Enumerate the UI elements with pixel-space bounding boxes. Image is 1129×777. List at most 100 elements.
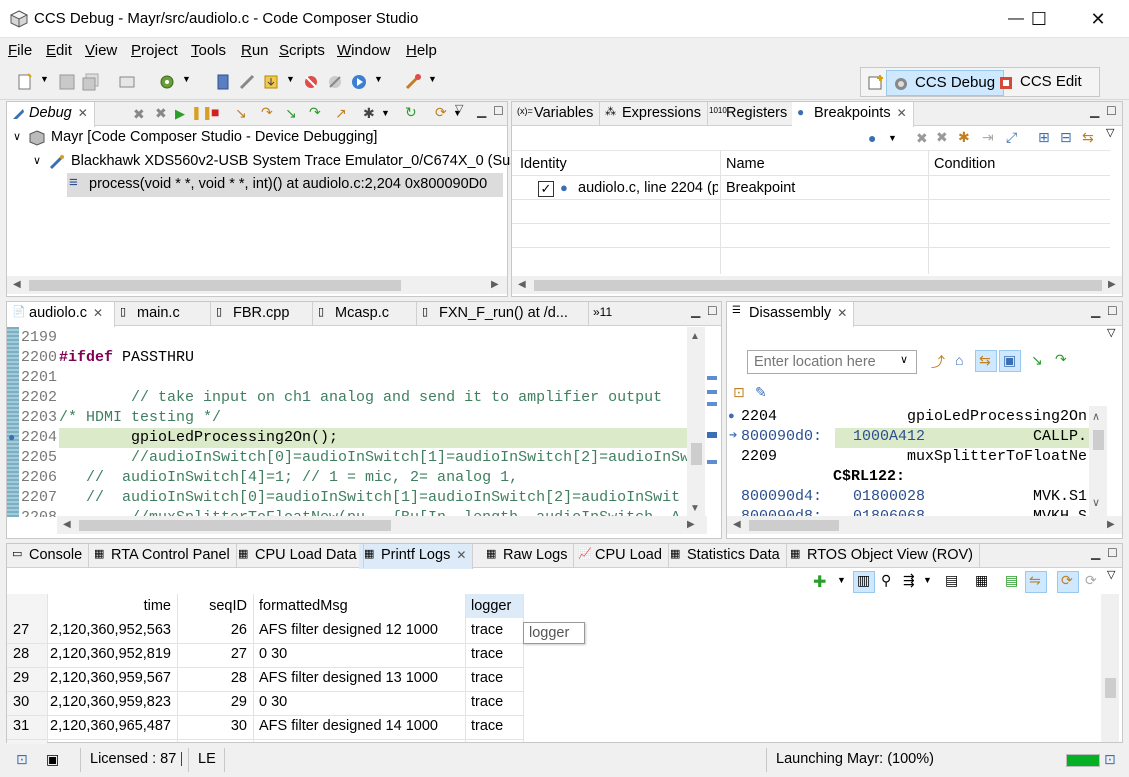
scroll-right-icon[interactable]: ▶: [687, 519, 695, 530]
chevron-down-icon[interactable]: ▼: [381, 108, 390, 118]
table-cell[interactable]: 29: [177, 694, 253, 710]
export-icon[interactable]: ▤: [1005, 572, 1018, 589]
column-name[interactable]: Name: [726, 156, 765, 172]
column-header[interactable]: [7, 594, 47, 618]
tab-rtos-object-view-rov[interactable]: ▦ RTOS Object View (ROV): [785, 544, 980, 568]
minimize-icon[interactable]: ▁: [1091, 546, 1100, 560]
scroll-right-icon[interactable]: ▶: [491, 279, 499, 290]
tab-variables[interactable]: (x)= Variables: [512, 102, 601, 126]
breakpoint-name[interactable]: Breakpoint: [726, 180, 795, 196]
step-return-icon[interactable]: ↗: [335, 105, 347, 122]
view-menu-icon[interactable]: ▽: [1106, 126, 1114, 139]
menu-item[interactable]: Scripts: [279, 42, 325, 59]
scroll-thumb[interactable]: [29, 280, 401, 291]
table-cell[interactable]: 2,120,360,959,567: [47, 670, 177, 686]
chevron-down-icon[interactable]: ▼: [888, 133, 897, 143]
tab-cpu-load[interactable]: 📈 CPU Load: [573, 544, 669, 568]
tab-console[interactable]: ▭ Console: [7, 544, 90, 568]
home-icon[interactable]: ⌂: [955, 352, 963, 368]
view-menu-icon[interactable]: ▽: [1107, 568, 1115, 581]
new-icon[interactable]: ⊡: [733, 384, 745, 401]
remove-terminated-icon[interactable]: ✖: [133, 106, 145, 123]
code-line[interactable]: 2199: [21, 329, 59, 349]
expand-all-icon[interactable]: ⊞: [1038, 129, 1050, 146]
terminate-icon[interactable]: ■: [211, 104, 219, 120]
column-condition[interactable]: Condition: [934, 156, 995, 172]
open-perspective-icon[interactable]: [868, 75, 884, 91]
column-header[interactable]: formattedMsg: [253, 594, 465, 618]
table-cell[interactable]: 2,120,360,952,563: [47, 622, 177, 638]
overview-marker[interactable]: [707, 390, 717, 394]
refresh-icon[interactable]: ⟳: [1085, 572, 1097, 589]
disassembly-row[interactable]: 2204 gpioLedProcessing2On: [741, 408, 1093, 428]
code-line[interactable]: 2204 gpioLedProcessing2On();: [21, 429, 338, 449]
breakpoint-identity[interactable]: audiolo.c, line 2204 (p: [578, 180, 718, 196]
column-header[interactable]: time: [47, 594, 177, 618]
menu-item[interactable]: Help: [406, 42, 437, 59]
reset-icon[interactable]: ✱: [363, 105, 375, 122]
perspective-ccs-edit[interactable]: CCS Edit: [992, 70, 1090, 96]
remove-all-terminated-icon[interactable]: ✖: [155, 105, 167, 122]
scroll-left-icon[interactable]: ◀: [518, 279, 526, 290]
table-cell[interactable]: 2,120,360,959,823: [47, 694, 177, 710]
row-index[interactable]: 28: [7, 646, 47, 662]
skip-all-icon[interactable]: ⇥: [982, 129, 994, 146]
code-line[interactable]: 2201: [21, 369, 59, 389]
overview-marker[interactable]: [707, 402, 717, 406]
view-menu-icon[interactable]: ▽: [1107, 326, 1115, 339]
table-cell[interactable]: AFS filter designed 13 1000: [253, 670, 465, 686]
scroll-up-icon[interactable]: ▲: [690, 331, 700, 342]
horizontal-scrollbar[interactable]: ◀ ▶: [7, 276, 507, 294]
breakpoint-marker-icon[interactable]: ●: [8, 430, 15, 444]
edit-icon[interactable]: ✎: [755, 384, 767, 401]
overview-marker[interactable]: [707, 460, 717, 464]
vertical-scrollbar[interactable]: [1101, 594, 1119, 742]
minimize-icon[interactable]: ▁: [1091, 304, 1100, 318]
save-icon[interactable]: [58, 73, 76, 91]
table-cell[interactable]: 2,120,360,965,487: [47, 718, 177, 734]
tab-main-c[interactable]: ▯ main.c: [115, 302, 211, 326]
code-line[interactable]: 2202 // take input on ch1 analog and sen…: [21, 389, 662, 409]
disassembly-row[interactable]: C$RL122:: [741, 468, 1093, 488]
table-cell[interactable]: trace: [465, 694, 523, 710]
remove-icon[interactable]: ✖: [916, 130, 928, 147]
maximize-icon[interactable]: ☐: [1107, 304, 1118, 318]
column-header[interactable]: seqID: [177, 594, 253, 618]
table-cell[interactable]: 2,120,360,952,819: [47, 646, 177, 662]
show-source-icon[interactable]: ▣: [1003, 352, 1016, 369]
go-to-file-icon[interactable]: ✱: [958, 129, 970, 146]
remove-breakpoint-icon[interactable]: [302, 73, 320, 91]
scroll-down-icon[interactable]: ▼: [690, 503, 700, 514]
maximize-icon[interactable]: ☐: [707, 304, 718, 318]
step-over-asm-icon[interactable]: ↷: [309, 104, 321, 121]
minimize-icon[interactable]: ▁: [477, 104, 486, 118]
scroll-thumb[interactable]: [79, 520, 391, 531]
expand-icon[interactable]: ∨: [13, 130, 21, 143]
find-icon[interactable]: ⚲: [881, 572, 891, 589]
vertical-scrollbar[interactable]: ∧ ∨: [1089, 406, 1107, 516]
tab-fbr-cpp[interactable]: ▯ FBR.cpp: [211, 302, 313, 326]
table-cell[interactable]: 27: [177, 646, 253, 662]
save-all-icon[interactable]: [82, 73, 100, 91]
scroll-left-icon[interactable]: ◀: [63, 519, 71, 530]
table-cell[interactable]: trace: [465, 670, 523, 686]
tab-registers[interactable]: 1010 Registers: [704, 102, 795, 126]
code-view[interactable]: 2199 2200 #ifdef PASSTHRU 2201 2202 // take …: [21, 329, 687, 517]
menu-item[interactable]: Edit: [46, 42, 72, 59]
columns-icon[interactable]: ▥: [857, 572, 870, 589]
tab-disassembly[interactable]: ☰ Disassembly ✕: [727, 302, 855, 327]
disassembly-row[interactable]: 800090d4: 01800028 MVK.S1: [741, 488, 1093, 508]
chevron-down-icon[interactable]: ▼: [182, 74, 191, 84]
table-cell[interactable]: AFS filter designed 14 1000: [253, 718, 465, 734]
expand-icon[interactable]: ∨: [33, 154, 41, 167]
more-tabs[interactable]: »11: [589, 302, 618, 326]
disassembly-row[interactable]: 800090d0: 1000A412 CALLP.: [741, 428, 1093, 448]
chevron-down-icon[interactable]: ∨: [900, 353, 908, 366]
column-header[interactable]: logger: [465, 594, 523, 618]
suspend-icon[interactable]: ❚❚: [191, 105, 213, 121]
chevron-down-icon[interactable]: ▼: [374, 74, 383, 84]
tab-rta-control-panel[interactable]: ▦ RTA Control Panel: [89, 544, 237, 568]
new-icon[interactable]: [16, 73, 34, 91]
chevron-down-icon[interactable]: ▼: [40, 74, 49, 84]
auto-fit-icon[interactable]: ⇋: [1029, 572, 1041, 589]
